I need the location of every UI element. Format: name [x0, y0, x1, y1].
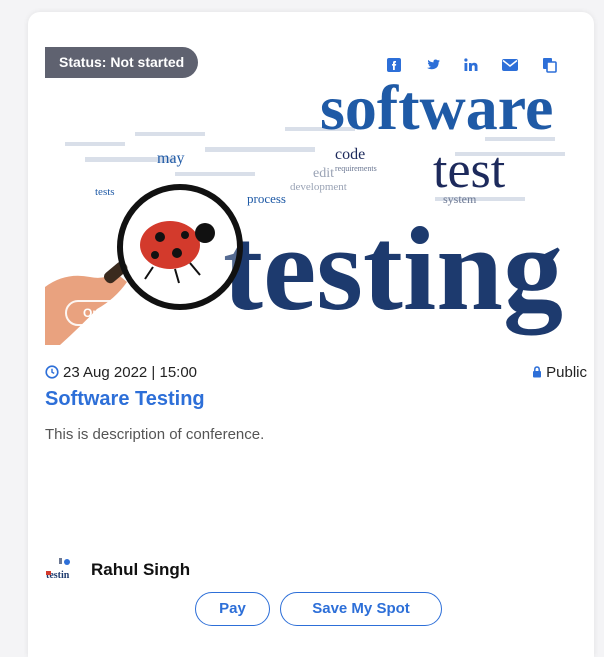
share-bar: [369, 48, 574, 82]
event-card[interactable]: software test testing may code edit test…: [28, 12, 594, 657]
visibility-label: Public: [532, 364, 587, 382]
banner-word-process: process: [247, 191, 286, 206]
facebook-icon: [387, 58, 402, 72]
banner-word-software: software: [320, 72, 553, 143]
banner-word-development: development: [290, 181, 347, 193]
banner-word-may: may: [157, 150, 185, 167]
host-name[interactable]: Rahul Singh: [91, 560, 190, 580]
share-email-button[interactable]: [496, 51, 524, 79]
event-description: This is description of conference.: [45, 426, 265, 443]
lock-icon: [532, 365, 542, 382]
event-banner-image: software test testing may code edit test…: [45, 37, 587, 345]
visibility-text: Public: [546, 364, 587, 381]
avatar: testin: [45, 554, 77, 586]
event-title[interactable]: Software Testing: [45, 388, 205, 411]
linkedin-icon: [464, 58, 478, 71]
banner-word-system: system: [443, 192, 477, 206]
clock-icon: [45, 365, 59, 383]
banner-illustration: software test testing may code edit test…: [45, 72, 565, 345]
twitter-icon: [426, 59, 440, 70]
pay-button[interactable]: Pay: [195, 592, 270, 626]
banner-word-requirements: requirements: [335, 164, 377, 173]
share-copy-button[interactable]: [535, 51, 563, 79]
status-badge: Status: Not started: [45, 47, 199, 78]
save-my-spot-button[interactable]: Save My Spot: [280, 592, 442, 626]
copy-icon: [542, 58, 557, 73]
online-badge: Online: [65, 300, 151, 326]
banner-word-tests: tests: [95, 186, 115, 198]
banner-word-testing: testing: [223, 202, 563, 336]
share-linkedin-button[interactable]: [457, 51, 485, 79]
host-row: testin Rahul Singh: [45, 554, 190, 586]
banner-word-test: test: [433, 142, 506, 199]
banner-word-code: code: [335, 146, 365, 163]
share-twitter-button[interactable]: [419, 51, 447, 79]
banner-word-edit: edit: [313, 166, 334, 181]
date-row: 23 Aug 2022 | 15:00 Public: [45, 363, 587, 383]
event-date-time: 23 Aug 2022 | 15:00: [63, 364, 198, 381]
share-facebook-button[interactable]: [380, 51, 408, 79]
email-icon: [502, 59, 519, 71]
